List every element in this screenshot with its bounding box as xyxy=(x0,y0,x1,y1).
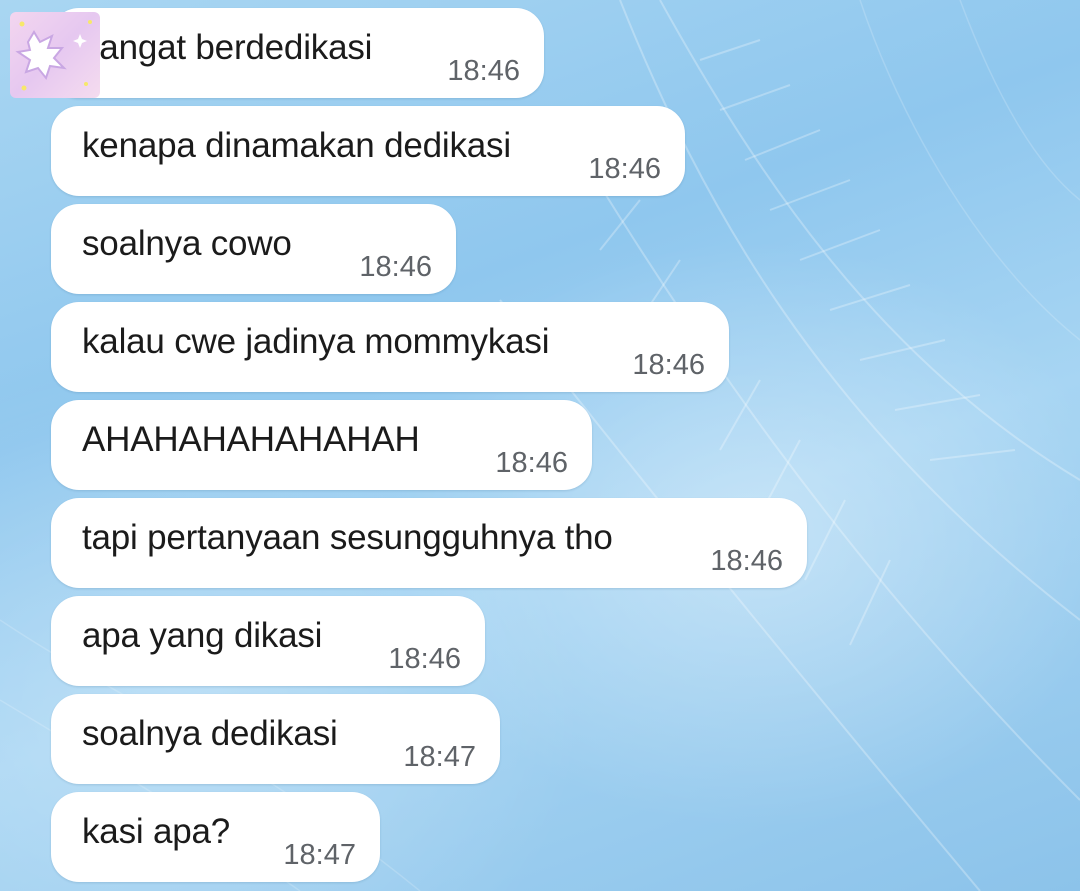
message-timestamp: 18:46 xyxy=(588,153,661,185)
message-text: kasi apa? xyxy=(82,812,231,851)
message-timestamp: 18:46 xyxy=(359,251,432,283)
message-bubble[interactable]: kenapa dinamakan dedikasi 18:46 xyxy=(51,106,685,196)
message-bubble[interactable]: sangat berdedikasi 18:46 xyxy=(51,8,544,98)
message-timestamp: 18:46 xyxy=(388,643,461,675)
message-bubble[interactable]: soalnya cowo 18:46 xyxy=(51,204,456,294)
message-timestamp: 18:47 xyxy=(283,839,356,871)
message-text: AHAHAHAHAHAHAH xyxy=(82,420,420,459)
message-bubble[interactable]: AHAHAHAHAHAHAH 18:46 xyxy=(51,400,592,490)
message-bubble[interactable]: tapi pertanyaan sesungguhnya tho 18:46 xyxy=(51,498,807,588)
message-text: apa yang dikasi xyxy=(82,616,323,655)
message-timestamp: 18:46 xyxy=(447,55,520,87)
message-timestamp: 18:46 xyxy=(632,349,705,381)
message-text: soalnya dedikasi xyxy=(82,714,338,753)
chat-message-list[interactable]: sangat berdedikasi 18:46 kenapa dinamaka… xyxy=(0,0,1080,891)
message-timestamp: 18:46 xyxy=(710,545,783,577)
message-timestamp: 18:47 xyxy=(403,741,476,773)
message-text: kalau cwe jadinya mommykasi xyxy=(82,322,550,361)
message-text: sangat berdedikasi xyxy=(82,28,373,67)
sticker-icon xyxy=(10,12,100,98)
message-text: kenapa dinamakan dedikasi xyxy=(82,126,511,165)
message-bubble[interactable]: apa yang dikasi 18:46 xyxy=(51,596,485,686)
message-timestamp: 18:46 xyxy=(495,447,568,479)
message-bubble[interactable]: soalnya dedikasi 18:47 xyxy=(51,694,500,784)
message-bubble[interactable]: kalau cwe jadinya mommykasi 18:46 xyxy=(51,302,729,392)
message-text: soalnya cowo xyxy=(82,224,292,263)
message-text: tapi pertanyaan sesungguhnya tho xyxy=(82,518,613,557)
message-bubble[interactable]: kasi apa? 18:47 xyxy=(51,792,380,882)
